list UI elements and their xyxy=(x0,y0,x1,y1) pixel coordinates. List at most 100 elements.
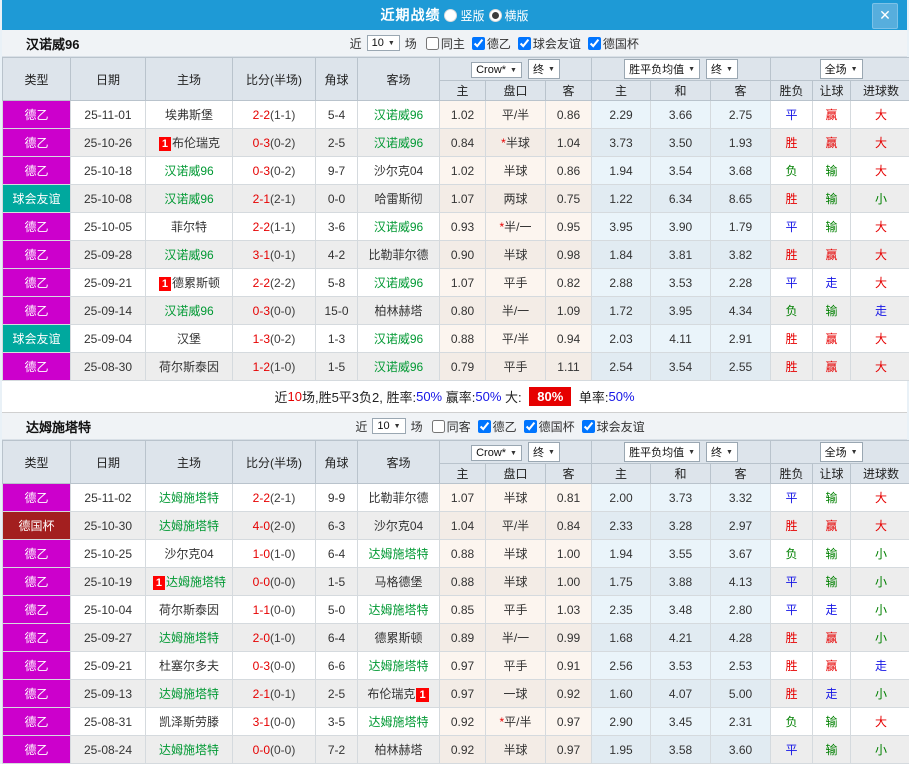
league-filter-0-checkbox[interactable] xyxy=(472,37,485,50)
odds-group-header: 全场▼ xyxy=(771,441,909,464)
handicap-line: 一球 xyxy=(486,680,546,708)
odds-source-select[interactable]: 终▼ xyxy=(706,442,738,462)
match-row: 德乙 25-10-25 沙尔克04 1-0(1-0) 6-4 达姆施塔特 0.8… xyxy=(3,540,909,568)
match-row: 德乙 25-08-24 达姆施塔特 0-0(0-0) 7-2 柏林赫塔 0.92… xyxy=(3,736,909,764)
odds-source-select[interactable]: 终▼ xyxy=(706,59,738,79)
odds-source-select[interactable]: 胜平负均值▼ xyxy=(624,442,700,462)
result-win-draw-loss: 胜 xyxy=(771,624,813,652)
handicap-away-odds: 0.91 xyxy=(546,652,592,680)
league-filter-2[interactable]: 球会友谊 xyxy=(582,418,645,435)
result-win-draw-loss: 平 xyxy=(771,484,813,512)
odds-source-select[interactable]: 全场▼ xyxy=(820,442,863,462)
result-win-draw-loss: 胜 xyxy=(771,680,813,708)
avg-away-odds: 2.28 xyxy=(711,269,771,297)
vertical-layout-label[interactable]: 竖版 xyxy=(460,7,484,24)
result-handicap: 输 xyxy=(813,708,851,736)
league-filter-2-label: 德国杯 xyxy=(603,35,639,52)
same-venue[interactable]: 同客 xyxy=(432,418,471,435)
same-venue-label: 同主 xyxy=(441,35,465,52)
select-value: Crow* xyxy=(476,64,506,76)
league-filter-0[interactable]: 德乙 xyxy=(478,418,517,435)
odds-source-select[interactable]: 终▼ xyxy=(528,442,560,462)
chevron-down-icon: ▼ xyxy=(548,449,555,456)
column-header: 客 xyxy=(546,81,592,101)
odds-source-select[interactable]: 终▼ xyxy=(528,59,560,79)
match-date: 25-09-21 xyxy=(71,269,146,297)
league-type-badge: 德乙 xyxy=(3,484,71,512)
corner-count: 0-0 xyxy=(316,185,358,213)
league-filter-1-label: 德国杯 xyxy=(539,418,575,435)
result-win-draw-loss: 平 xyxy=(771,101,813,129)
league-filter-2-checkbox[interactable] xyxy=(582,420,595,433)
avg-home-odds: 2.03 xyxy=(592,325,651,353)
odds-source-select[interactable]: 全场▼ xyxy=(820,59,863,79)
odds-source-select[interactable]: Crow*▼ xyxy=(471,445,522,461)
column-header: 和 xyxy=(651,464,711,484)
same-venue-checkbox[interactable] xyxy=(426,37,439,50)
match-count-select[interactable]: 10▼ xyxy=(367,35,400,51)
handicap-line: 平手 xyxy=(486,652,546,680)
result-win-draw-loss: 平 xyxy=(771,269,813,297)
handicap-home-odds: 1.02 xyxy=(440,157,486,185)
close-icon[interactable]: ✕ xyxy=(872,3,898,29)
summary-segment: 大: xyxy=(501,387,525,406)
corner-count: 1-3 xyxy=(316,325,358,353)
avg-home-odds: 1.75 xyxy=(592,568,651,596)
league-filter-1[interactable]: 德国杯 xyxy=(524,418,575,435)
column-header: 客场 xyxy=(358,58,440,101)
avg-draw-odds: 3.53 xyxy=(651,269,711,297)
match-row: 德乙 25-10-26 1布伦瑞克 0-3(0-2) 2-5 汉诺威96 0.8… xyxy=(3,129,909,157)
chevron-down-icon: ▼ xyxy=(510,450,517,457)
league-type-badge: 德乙 xyxy=(3,269,71,297)
result-goals-over-under: 小 xyxy=(851,596,909,624)
result-win-draw-loss: 平 xyxy=(771,568,813,596)
handicap-line: 平手 xyxy=(486,269,546,297)
match-date: 25-09-27 xyxy=(71,624,146,652)
match-row: 德乙 25-10-19 1达姆施塔特 0-0(0-0) 1-5 马格德堡 0.8… xyxy=(3,568,909,596)
horizontal-layout-radio[interactable] xyxy=(489,9,502,22)
league-filter-2-checkbox[interactable] xyxy=(588,37,601,50)
handicap-away-odds: 0.86 xyxy=(546,157,592,185)
result-goals-over-under: 小 xyxy=(851,624,909,652)
match-date: 25-10-08 xyxy=(71,185,146,213)
avg-draw-odds: 3.54 xyxy=(651,157,711,185)
vertical-layout-radio[interactable] xyxy=(444,9,457,22)
summary-segment: 10 xyxy=(287,389,301,404)
result-goals-over-under: 大 xyxy=(851,512,909,540)
avg-draw-odds: 6.34 xyxy=(651,185,711,213)
same-venue-checkbox[interactable] xyxy=(432,420,445,433)
away-team: 柏林赫塔 xyxy=(358,297,440,325)
same-venue[interactable]: 同主 xyxy=(426,35,465,52)
games-label: 场 xyxy=(405,35,417,52)
odds-group-header: 胜平负均值▼ 终▼ xyxy=(592,441,771,464)
odds-source-select[interactable]: Crow*▼ xyxy=(471,62,522,78)
result-goals-over-under: 小 xyxy=(851,540,909,568)
league-filter-1[interactable]: 球会友谊 xyxy=(518,35,581,52)
result-win-draw-loss: 胜 xyxy=(771,652,813,680)
league-filter-1-checkbox[interactable] xyxy=(524,420,537,433)
handicap-away-odds: 1.03 xyxy=(546,596,592,624)
stats-summary: 近10场,胜5平3负2, 胜率:50% 赢率:50% 大: 80% 单率:50% xyxy=(2,381,907,413)
league-filter-2[interactable]: 德国杯 xyxy=(588,35,639,52)
summary-segment: 赢率: xyxy=(442,387,475,406)
avg-home-odds: 2.54 xyxy=(592,353,651,381)
league-filter-1-checkbox[interactable] xyxy=(518,37,531,50)
column-header: 日期 xyxy=(71,441,146,484)
horizontal-layout-label[interactable]: 横版 xyxy=(505,7,529,24)
result-win-draw-loss: 平 xyxy=(771,596,813,624)
match-count-select[interactable]: 10▼ xyxy=(372,418,405,434)
match-date: 25-10-25 xyxy=(71,540,146,568)
handicap-line: 平手 xyxy=(486,596,546,624)
home-team: 1布伦瑞克 xyxy=(146,129,233,157)
league-filter-0[interactable]: 德乙 xyxy=(472,35,511,52)
result-goals-over-under: 大 xyxy=(851,353,909,381)
result-handicap: 输 xyxy=(813,568,851,596)
result-handicap: 输 xyxy=(813,540,851,568)
score: 2-1(0-1) xyxy=(233,680,316,708)
score: 3-1(0-1) xyxy=(233,241,316,269)
red-card-badge: 1 xyxy=(416,688,428,702)
chevron-down-icon: ▼ xyxy=(726,449,733,456)
handicap-home-odds: 1.07 xyxy=(440,185,486,213)
league-filter-0-checkbox[interactable] xyxy=(478,420,491,433)
odds-source-select[interactable]: 胜平负均值▼ xyxy=(624,59,700,79)
